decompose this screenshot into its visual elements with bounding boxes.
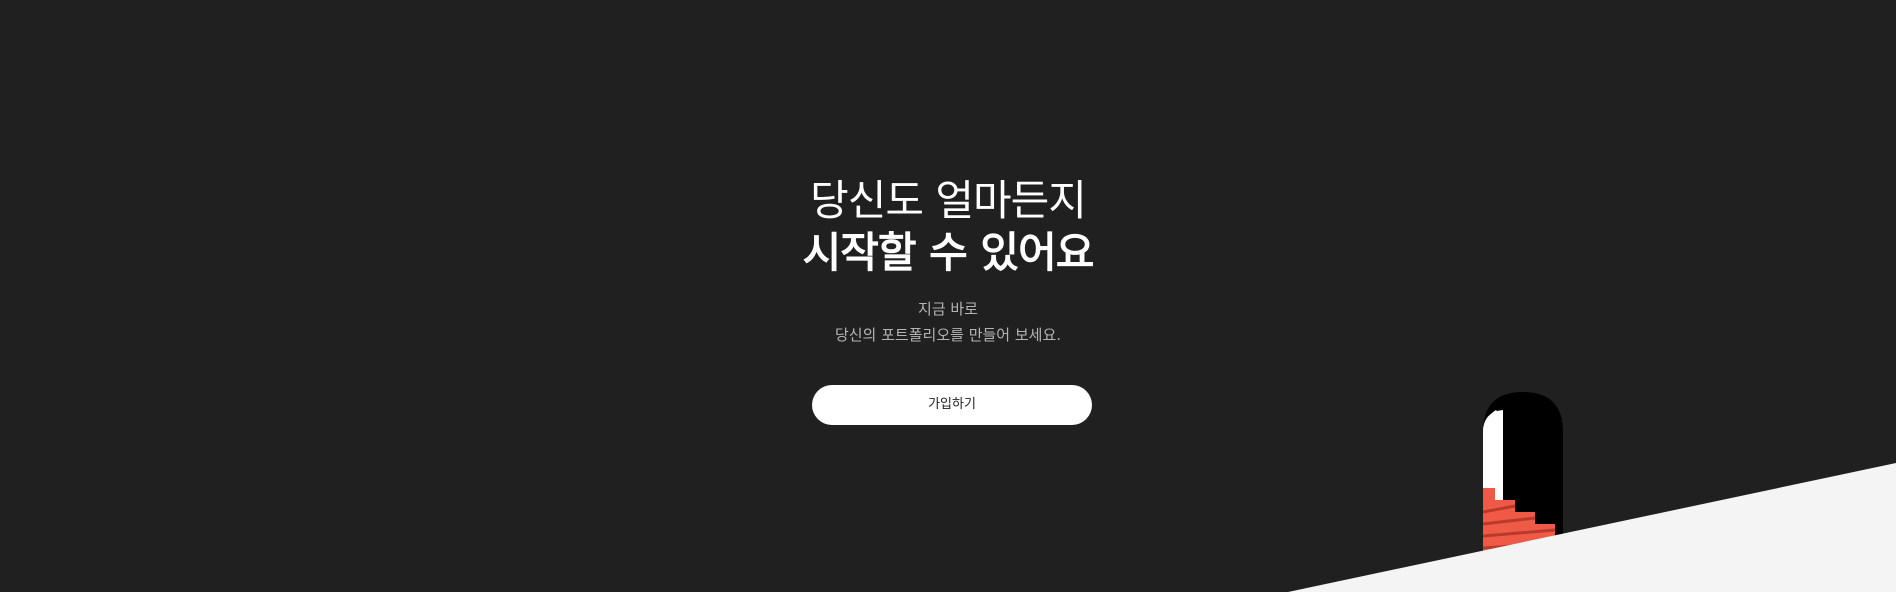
door-light-top xyxy=(1483,410,1503,500)
hero-section: 당신도 얼마든지 시작할 수 있어요 지금 바로 당신의 포트폴리오를 만들어 … xyxy=(0,0,1896,592)
ground-slope xyxy=(1288,463,1896,592)
door-with-stairs-illustration xyxy=(1288,392,1896,592)
